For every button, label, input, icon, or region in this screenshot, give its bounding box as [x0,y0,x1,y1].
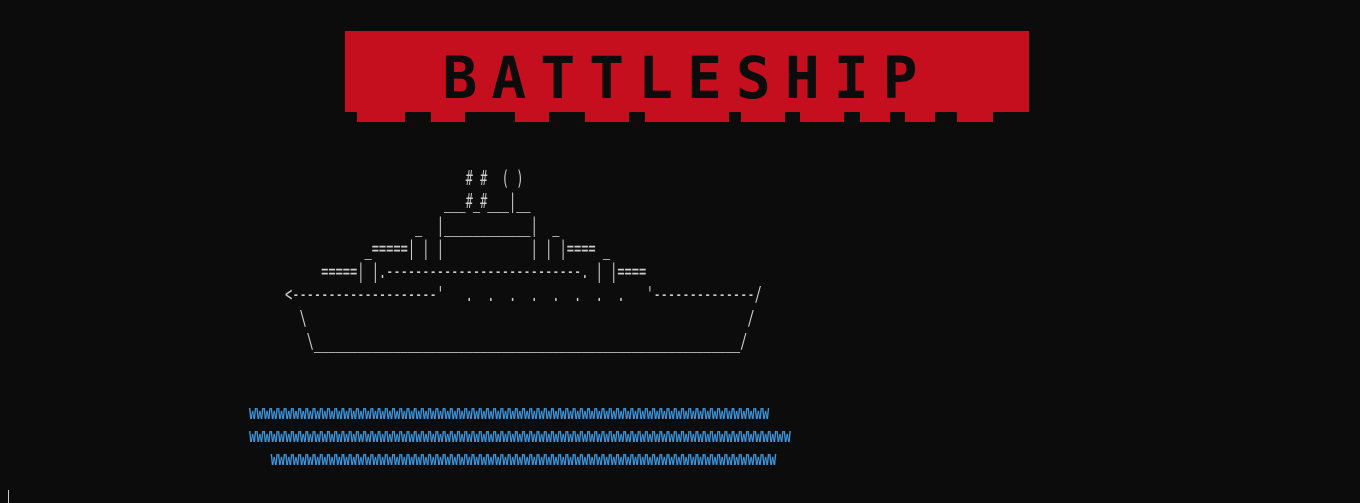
ship-line: _=====| | | | | |==== _ [285,235,611,260]
ship-line: # # ( ) [285,166,524,190]
title-banner: BATTLESHIP [345,31,1029,122]
ship-line: \_______________________________________… [285,329,748,354]
text-cursor [8,490,9,503]
ascii-water: wwwwwwwwwwwwwwwwwwwwwwwwwwwwwwwwwwwwwwww… [249,401,791,470]
ship-line: _ |____________| _ [285,212,560,237]
ship-line: =====| |.---------------------------. | … [285,259,647,284]
terminal-window[interactable]: BATTLESHIP # # ( ) ___#_#___|__ _ |_____… [0,0,1360,503]
ship-line: <--------------------' . . . . . . . . '… [285,282,762,307]
water-line: wwwwwwwwwwwwwwwwwwwwwwwwwwwwwwwwwwwwwwww… [249,446,777,470]
banner-title: BATTLESHIP [442,44,932,112]
water-line: wwwwwwwwwwwwwwwwwwwwwwwwwwwwwwwwwwwwwwww… [249,400,770,424]
banner-shadow [345,112,1029,124]
ship-line: ___#_#___|__ [285,189,531,214]
ascii-battleship: # # ( ) ___#_#___|__ _ |____________| _ … [285,166,762,354]
ship-line: \ / [285,305,755,330]
water-line: wwwwwwwwwwwwwwwwwwwwwwwwwwwwwwwwwwwwwwww… [249,423,791,447]
